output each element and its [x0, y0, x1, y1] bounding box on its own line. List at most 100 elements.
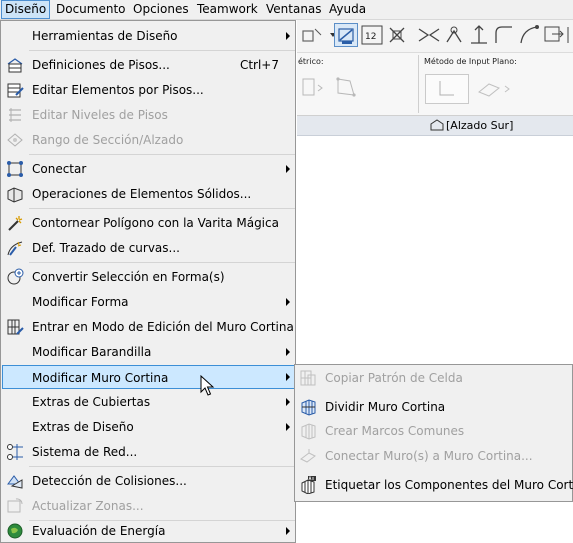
submenu-item-crear-marcos[interactable]: Crear Marcos Comunes: [296, 419, 572, 443]
intersect-icon[interactable]: [467, 23, 491, 47]
menu-item-label: Editar Elementos por Pisos...: [32, 83, 204, 97]
dropdown-arrow-icon[interactable]: [321, 23, 336, 47]
polygon-method-icon[interactable]: [334, 75, 358, 99]
menu-item-extras-cubiertas[interactable]: Extras de Cubiertas: [2, 390, 295, 414]
tab-alzado-sur[interactable]: [Alzado Sur]: [430, 116, 513, 135]
submenu-item-label: Copiar Patrón de Celda: [325, 371, 463, 385]
magic-wand-icon: [6, 214, 24, 232]
menu-documento[interactable]: Documento: [53, 0, 129, 19]
menu-ayuda[interactable]: Ayuda: [326, 0, 369, 19]
menu-item-label: Extras de Cubiertas: [32, 395, 151, 409]
menu-item-herramientas-diseno[interactable]: Herramientas de Diseño: [2, 24, 295, 48]
menu-item-rango-seccion[interactable]: Rango de Sección/Alzado: [2, 128, 295, 152]
submenu-item-label: Dividir Muro Cortina: [325, 400, 446, 414]
menu-item-label: Sistema de Red...: [32, 445, 138, 459]
menu-item-modificar-barandilla[interactable]: Modificar Barandilla: [2, 340, 295, 364]
menu-item-label: Extras de Diseño: [32, 420, 134, 434]
menu-item-label: Contornear Polígono con la Varita Mágica: [32, 216, 279, 230]
trim-icon[interactable]: [417, 23, 441, 47]
solid-operations-icon: [6, 185, 24, 203]
menu-item-label: Def. Trazado de curvas...: [32, 241, 180, 255]
submenu-item-etiquetar-componentes[interactable]: Etiquetar los Componentes del Muro Corti…: [296, 473, 573, 497]
collision-detection-icon: [6, 472, 24, 490]
fillet-icon[interactable]: [492, 23, 516, 47]
menu-teamwork[interactable]: Teamwork: [194, 0, 261, 19]
submenu-arrow-icon: [286, 527, 290, 535]
menu-item-extras-diseno[interactable]: Extras de Diseño: [2, 415, 295, 439]
menu-item-conectar[interactable]: Conectar: [2, 157, 295, 181]
elevation-icon: [430, 119, 444, 131]
dimension-icon[interactable]: 12: [360, 23, 384, 47]
menu-bar: Diseño Documento Opciones Teamwork Venta…: [0, 0, 573, 20]
story-settings-icon: [6, 56, 24, 74]
submenu-item-copiar-patron[interactable]: Copiar Patrón de Celda: [296, 366, 572, 390]
view-tab-bar: [Alzado Sur]: [297, 116, 573, 136]
submenu-item-dividir-muro[interactable]: Dividir Muro Cortina: [296, 395, 572, 419]
submenu-arrow-icon: [286, 398, 290, 406]
offset-icon[interactable]: [542, 23, 566, 47]
menu-item-deteccion-colisiones[interactable]: Detección de Colisiones...: [2, 469, 295, 493]
adjust-icon[interactable]: [442, 23, 466, 47]
label-components-icon: [299, 475, 317, 495]
menu-item-label: Herramientas de Diseño: [32, 29, 178, 43]
menu-separator: [29, 262, 295, 263]
menu-ventanas[interactable]: Ventanas: [263, 0, 325, 19]
submenu-item-label: Etiquetar los Componentes del Muro Corti…: [325, 478, 573, 492]
convert-morph-icon: [6, 268, 24, 286]
grid-system-icon: [6, 443, 24, 461]
submenu-item-label: Conectar Muro(s) a Muro Cortina...: [325, 449, 533, 463]
menu-item-varita-magica[interactable]: Contornear Polígono con la Varita Mágica: [2, 211, 295, 235]
submenu-arrow-icon: [286, 298, 290, 306]
plane-input-icon: [439, 81, 454, 96]
menu-separator: [29, 208, 295, 209]
submenu-item-conectar-muro[interactable]: Conectar Muro(s) a Muro Cortina...: [296, 444, 572, 468]
section-range-icon: [6, 131, 24, 149]
geometry-method-icon[interactable]: [300, 75, 324, 99]
menu-item-definiciones-pisos[interactable]: Definiciones de Pisos... Ctrl+7: [2, 53, 295, 77]
menu-item-evaluacion-energia[interactable]: Evaluación de Energía: [2, 519, 295, 543]
more-tools-icon[interactable]: [566, 23, 573, 47]
menu-opciones[interactable]: Opciones: [130, 0, 192, 19]
story-levels-icon: [6, 106, 24, 124]
tab-alzado-label: [Alzado Sur]: [446, 119, 514, 132]
menu-item-label: Entrar en Modo de Edición del Muro Corti…: [32, 320, 294, 334]
menu-item-convertir-forma[interactable]: Convertir Selección en Forma(s): [2, 265, 295, 289]
menu-item-trazado-curvas[interactable]: Def. Trazado de curvas...: [2, 236, 295, 260]
connect-wall-icon: [299, 447, 317, 465]
menu-item-label: Modificar Forma: [32, 295, 129, 309]
plane-input-button[interactable]: [425, 74, 469, 104]
submenu-arrow-icon: [286, 165, 290, 173]
curtain-wall-edit-icon: [6, 318, 24, 336]
menu-item-editar-niveles-pisos[interactable]: Editar Niveles de Pisos: [2, 103, 295, 127]
info-box: étrico: Método de Input Plano:: [297, 53, 573, 116]
curtain-wall-submenu: Copiar Patrón de Celda Dividir Muro Cort…: [294, 364, 573, 502]
rotate-icon[interactable]: [299, 23, 323, 47]
menu-separator: [29, 154, 295, 155]
menu-diseno[interactable]: Diseño: [1, 0, 51, 19]
svg-text:12: 12: [365, 32, 376, 42]
menu-item-actualizar-zonas[interactable]: Actualizar Zonas...: [2, 494, 295, 518]
input-plane-3d-icon[interactable]: [475, 74, 515, 102]
menu-item-label: Actualizar Zonas...: [32, 499, 144, 513]
mouse-cursor-icon: [200, 375, 215, 396]
menu-item-operaciones-solidos[interactable]: Operaciones de Elementos Sólidos...: [2, 182, 295, 206]
menu-item-modificar-muro-cortina[interactable]: Modificar Muro Cortina: [2, 365, 295, 389]
menu-item-label: Conectar: [32, 162, 87, 176]
menu-item-label: Definiciones de Pisos...: [32, 58, 170, 72]
menu-item-modificar-forma[interactable]: Modificar Forma: [2, 290, 295, 314]
menu-item-label: Rango de Sección/Alzado: [32, 133, 184, 147]
menu-item-label: Operaciones de Elementos Sólidos...: [32, 187, 252, 201]
menu-item-label: Evaluación de Energía: [32, 524, 166, 538]
diseno-dropdown-menu: Herramientas de Diseño Definiciones de P…: [0, 20, 296, 543]
submenu-arrow-icon: [286, 423, 290, 431]
shortcut-label: Ctrl+7: [239, 58, 279, 72]
snap-icon[interactable]: [385, 23, 409, 47]
menu-item-editar-elementos-pisos[interactable]: Editar Elementos por Pisos...: [2, 78, 295, 102]
toolbar: 12: [297, 19, 573, 53]
edit-elements-stories-icon: [6, 81, 24, 99]
curve-icon[interactable]: [517, 23, 541, 47]
menu-item-sistema-red[interactable]: Sistema de Red...: [2, 440, 295, 464]
menu-item-edicion-muro-cortina[interactable]: Entrar en Modo de Edición del Muro Corti…: [2, 315, 295, 339]
menu-separator: [29, 466, 295, 467]
gravity-icon[interactable]: [334, 23, 358, 47]
